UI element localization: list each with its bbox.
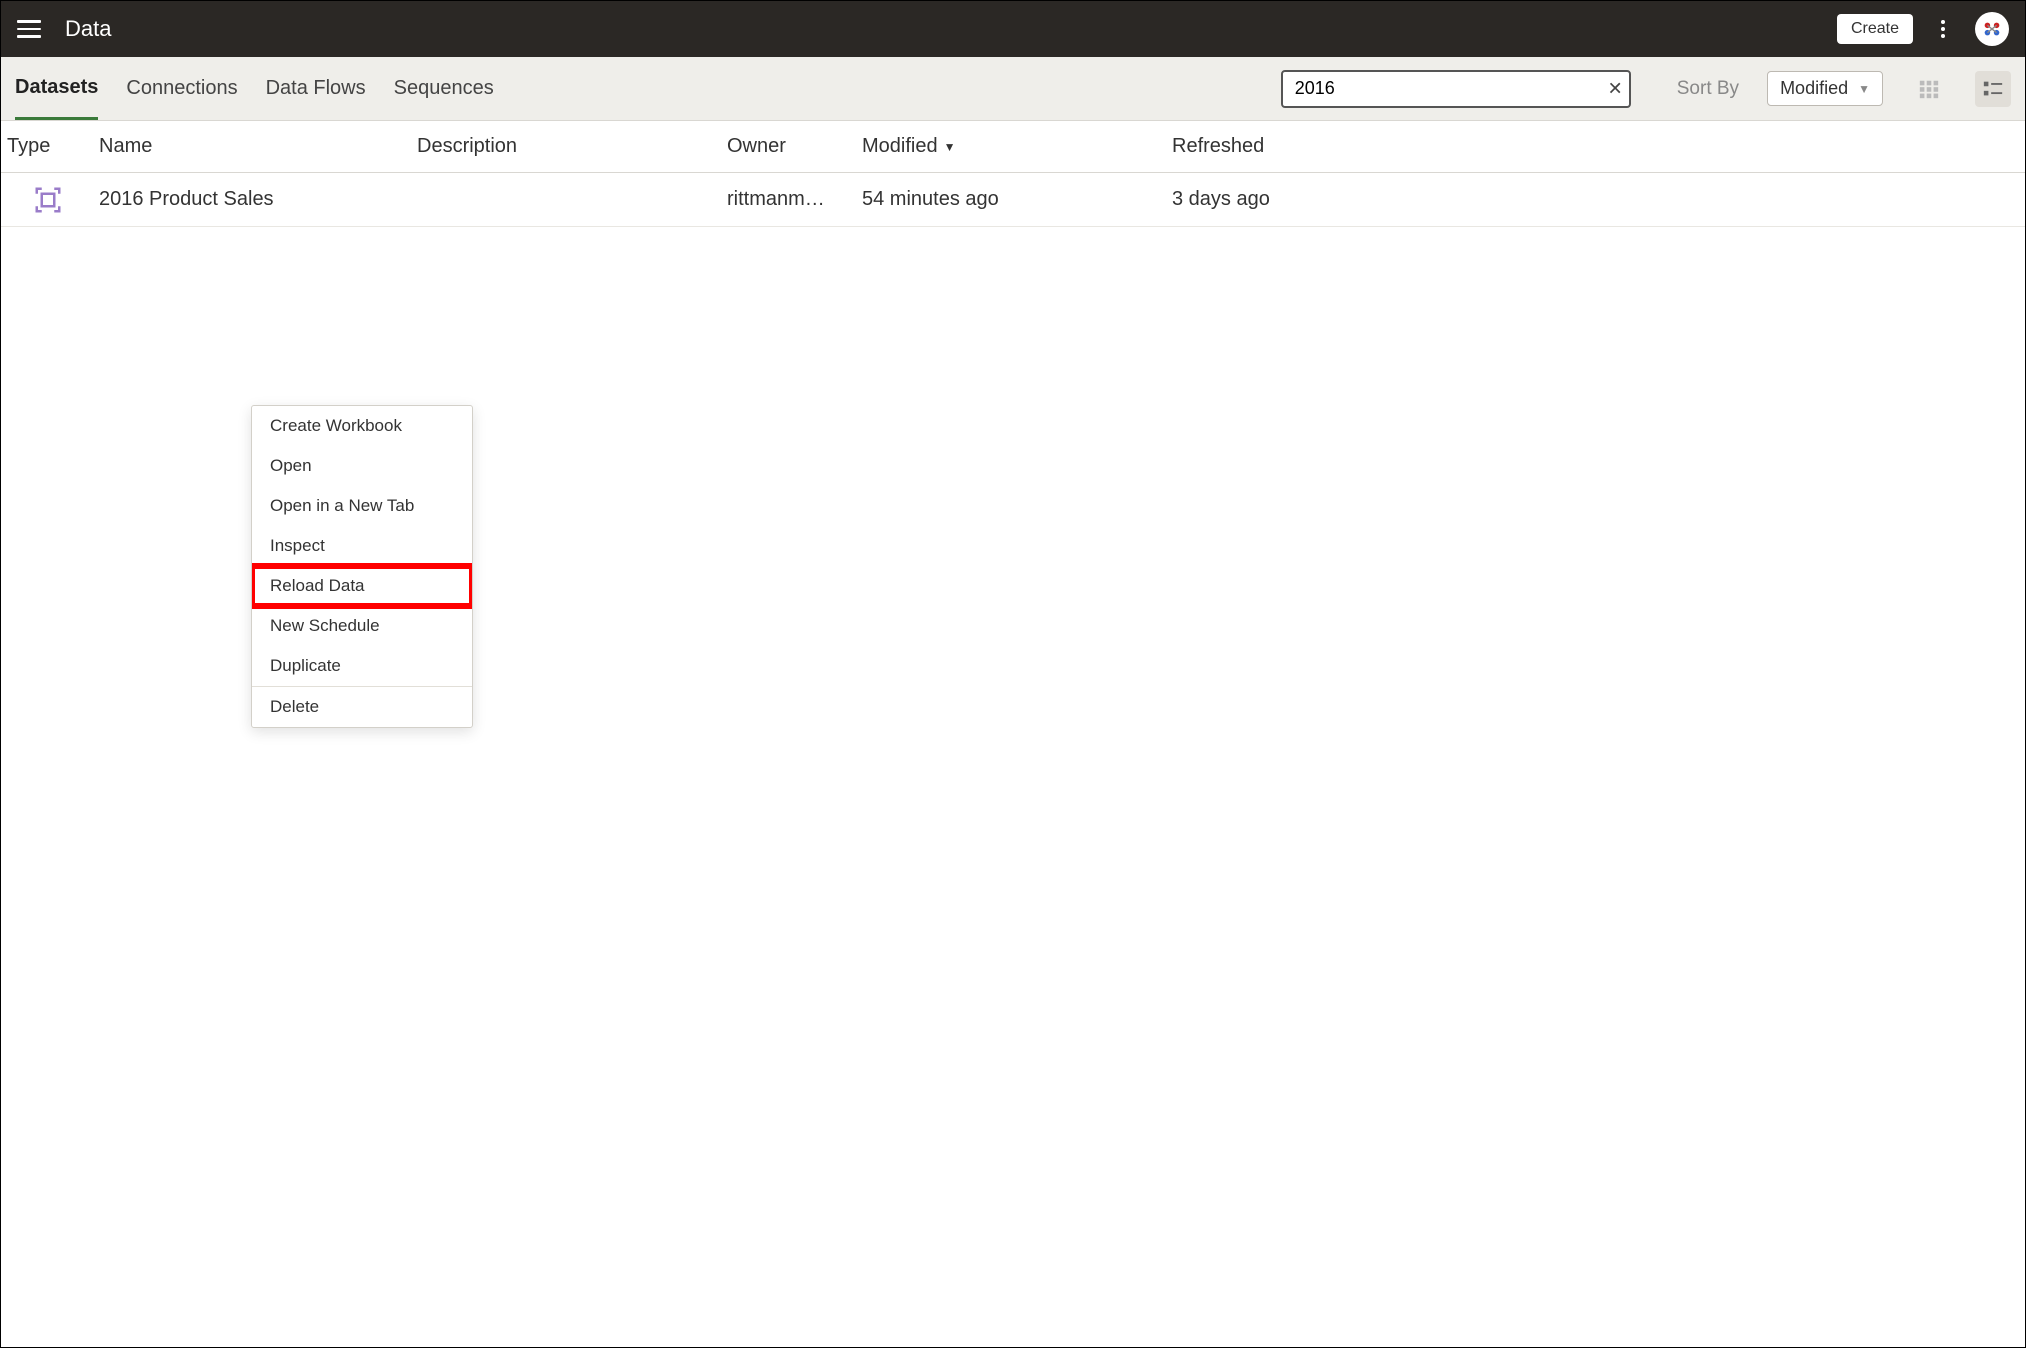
avatar[interactable] (1975, 12, 2009, 46)
page-title: Data (65, 16, 1837, 42)
row-name: 2016 Product Sales (99, 188, 417, 211)
ctx-open[interactable]: Open (252, 446, 472, 486)
sort-by-label: Sort By (1677, 78, 1739, 100)
avatar-logo-icon (1981, 18, 2003, 40)
ctx-reload-data[interactable]: Reload Data (252, 566, 472, 606)
context-menu: Create Workbook Open Open in a New Tab I… (251, 405, 473, 728)
col-header-modified[interactable]: Modified ▼ (862, 135, 1172, 158)
sort-select-value: Modified (1780, 78, 1848, 99)
hamburger-icon[interactable] (17, 15, 45, 43)
chevron-down-icon: ▼ (1858, 82, 1870, 96)
tabs: Datasets Connections Data Flows Sequence… (15, 57, 494, 120)
col-header-type[interactable]: Type (7, 135, 99, 158)
grid-view-button[interactable] (1911, 71, 1947, 107)
col-header-owner[interactable]: Owner (727, 135, 862, 158)
search-field-wrapper: ✕ (1281, 70, 1631, 108)
sort-desc-icon: ▼ (944, 140, 956, 154)
kebab-menu-icon[interactable] (1931, 17, 1955, 41)
content-area: 2016 Product Sales rittmanm… 54 minutes … (1, 173, 2025, 1347)
ctx-create-workbook[interactable]: Create Workbook (252, 406, 472, 446)
tabs-toolbar: Datasets Connections Data Flows Sequence… (1, 57, 2025, 121)
tab-connections[interactable]: Connections (126, 57, 237, 120)
col-header-modified-label: Modified (862, 135, 938, 158)
col-header-description[interactable]: Description (417, 135, 727, 158)
ctx-open-new-tab[interactable]: Open in a New Tab (252, 486, 472, 526)
row-owner: rittmanm… (727, 188, 862, 211)
column-headers: Type Name Description Owner Modified ▼ R… (1, 121, 2025, 173)
table-row[interactable]: 2016 Product Sales rittmanm… 54 minutes … (1, 173, 2025, 227)
search-input[interactable] (1281, 70, 1631, 108)
col-header-name[interactable]: Name (99, 135, 417, 158)
list-view-button[interactable] (1975, 71, 2011, 107)
tab-datasets[interactable]: Datasets (15, 57, 98, 120)
create-button[interactable]: Create (1837, 14, 1913, 44)
grid-icon (1918, 78, 1940, 100)
row-refreshed: 3 days ago (1172, 188, 2019, 211)
ctx-new-schedule[interactable]: New Schedule (252, 606, 472, 646)
dataset-icon (33, 185, 63, 215)
app-header: Data Create (1, 1, 2025, 57)
ctx-delete[interactable]: Delete (252, 687, 472, 727)
row-modified: 54 minutes ago (862, 188, 1172, 211)
list-icon (1982, 78, 2004, 100)
tab-data-flows[interactable]: Data Flows (266, 57, 366, 120)
sort-select[interactable]: Modified ▼ (1767, 71, 1883, 106)
col-header-refreshed[interactable]: Refreshed (1172, 135, 2019, 158)
ctx-inspect[interactable]: Inspect (252, 526, 472, 566)
tab-sequences[interactable]: Sequences (394, 57, 494, 120)
ctx-duplicate[interactable]: Duplicate (252, 646, 472, 686)
clear-search-icon[interactable]: ✕ (1608, 78, 1623, 99)
